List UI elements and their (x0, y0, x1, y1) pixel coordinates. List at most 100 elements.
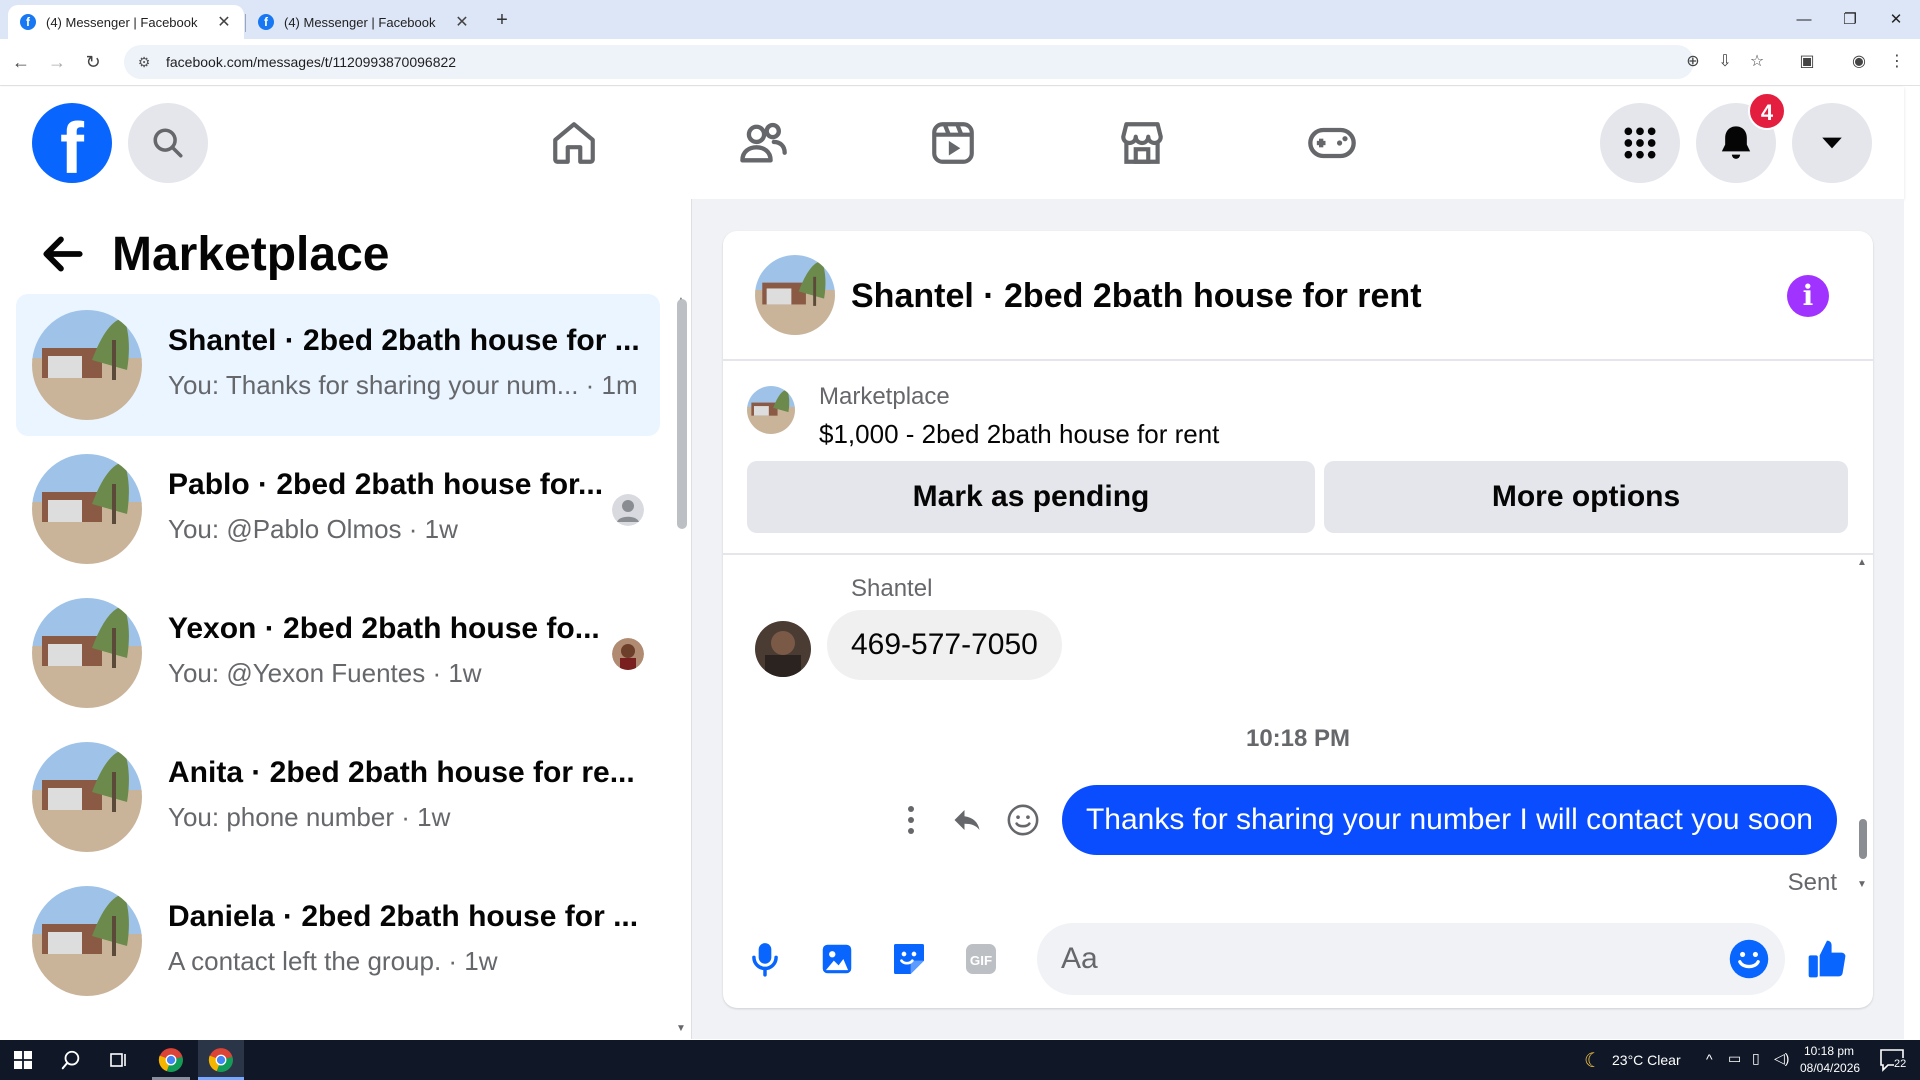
chat-avatar[interactable] (755, 255, 835, 335)
thumbs-up-icon (1808, 940, 1846, 978)
browser-tab-bar: f (4) Messenger | Facebook ✕ f (4) Messe… (0, 0, 1920, 39)
install-app-icon[interactable]: ⇩ (1714, 51, 1736, 73)
conversation-item-pablo[interactable]: Pablo · 2bed 2bath house for... You: @Pa… (16, 438, 660, 580)
emoji-icon (1729, 939, 1769, 979)
more-options-button[interactable]: More options (1324, 461, 1848, 533)
mark-as-pending-button[interactable]: Mark as pending (747, 461, 1315, 533)
notification-center-button[interactable]: 22 (1870, 1040, 1914, 1080)
listing-price-title[interactable]: $1,000 - 2bed 2bath house for rent (819, 419, 1219, 450)
grid-menu-icon (1624, 127, 1656, 159)
listing-thumbnail (32, 742, 142, 852)
chrome-taskbar-button[interactable] (148, 1040, 194, 1080)
battery-icon[interactable]: ▯ (1752, 1050, 1760, 1067)
gif-icon: GIF (966, 944, 996, 974)
sticker-button[interactable] (887, 937, 931, 981)
search-button[interactable] (128, 103, 208, 183)
voice-clip-button[interactable] (743, 937, 787, 981)
conversation-item-daniela[interactable]: Daniela · 2bed 2bath house for ... A con… (16, 870, 660, 1012)
notification-center-count: 22 (1894, 1058, 1907, 1070)
scroll-down-arrow-icon[interactable]: ▼ (1857, 879, 1867, 890)
url-omnibox[interactable]: ⚙ facebook.com/messages/t/11209938700968… (124, 45, 1694, 79)
close-window-button[interactable]: ✕ (1874, 6, 1918, 34)
emoji-picker-button[interactable] (1727, 937, 1771, 981)
conversation-item-anita[interactable]: Anita · 2bed 2bath house for re... You: … (16, 726, 660, 868)
network-icon[interactable]: ▭ (1728, 1050, 1741, 1067)
account-button[interactable] (1792, 103, 1872, 183)
chrome-taskbar-button-active[interactable] (198, 1040, 244, 1080)
browser-menu-icon[interactable]: ⋮ (1886, 51, 1908, 73)
conversation-title: Pablo · 2bed 2bath house for... (168, 468, 604, 501)
moon-icon: ☾ (1584, 1049, 1602, 1072)
listing-thumbnail (32, 454, 142, 564)
close-tab-icon[interactable]: ✕ (214, 12, 234, 32)
browser-tab-messenger-active[interactable]: f (4) Messenger | Facebook ✕ (8, 5, 244, 39)
forward-button[interactable]: → (44, 49, 70, 75)
microphone-icon (752, 943, 778, 977)
chrome-icon (208, 1048, 233, 1072)
scroll-up-arrow-icon[interactable]: ▲ (1857, 557, 1867, 568)
show-hidden-icons-chevron-icon[interactable]: ^ (1706, 1051, 1713, 1067)
site-info-icon[interactable]: ⚙ (132, 54, 156, 71)
browser-tab-messenger[interactable]: f (4) Messenger | Facebook ✕ (246, 5, 482, 39)
new-tab-button[interactable]: + (490, 8, 514, 32)
minimize-button[interactable]: — (1782, 6, 1826, 34)
react-button[interactable] (1001, 795, 1045, 845)
chat-title[interactable]: Shantel · 2bed 2bath house for rent (851, 277, 1422, 316)
tab-title: (4) Messenger | Facebook (46, 14, 198, 30)
conversation-preview: You: phone number · 1w (168, 802, 451, 832)
message-input[interactable] (1037, 923, 1785, 995)
conversation-title: Shantel · 2bed 2bath house for ... (168, 324, 638, 357)
reload-button[interactable]: ↻ (80, 49, 106, 75)
conversation-item-yexon[interactable]: Yexon · 2bed 2bath house fo... You: @Yex… (16, 582, 660, 724)
search-taskbar-button[interactable] (48, 1040, 94, 1080)
zoom-icon[interactable]: ⊕ (1682, 51, 1704, 73)
message-timestamp: 10:18 PM (1245, 725, 1351, 752)
message-thread-scrollbar[interactable] (1859, 819, 1867, 859)
attach-photo-button[interactable] (815, 937, 859, 981)
conversation-preview: You: @Yexon Fuentes · 1w (168, 658, 482, 688)
marketplace-listing-card: Marketplace $1,000 - 2bed 2bath house fo… (723, 361, 1873, 555)
conversation-list-scrollbar[interactable] (677, 299, 687, 529)
home-nav-button[interactable] (546, 115, 602, 171)
gif-button[interactable]: GIF (959, 937, 1003, 981)
back-button[interactable]: ← (8, 49, 34, 75)
clock-date[interactable]: 08/04/2026 (1800, 1061, 1860, 1075)
info-icon[interactable]: i (1787, 275, 1829, 317)
tab-search-icon[interactable]: ▣ (1796, 51, 1818, 73)
marketplace-nav-button[interactable] (1114, 115, 1170, 171)
page-title: Marketplace (112, 228, 390, 281)
conversation-item-shantel[interactable]: Shantel · 2bed 2bath house for ... You: … (16, 294, 660, 436)
gaming-nav-button[interactable] (1304, 115, 1360, 171)
sent-message-bubble[interactable]: Thanks for sharing your number I will co… (1061, 785, 1837, 855)
back-arrow-icon[interactable] (38, 229, 88, 279)
volume-icon[interactable]: ◁) (1774, 1050, 1789, 1067)
listing-thumbnail (32, 598, 142, 708)
received-message-bubble[interactable]: 469-577-7050 (827, 610, 1062, 680)
facebook-logo-icon[interactable]: f (32, 103, 112, 183)
restore-button[interactable]: ❐ (1828, 6, 1872, 34)
conversation-preview: You: Thanks for sharing your num... · 1m (168, 370, 638, 400)
more-actions-button[interactable] (889, 795, 933, 845)
facebook-favicon-icon: f (258, 14, 274, 30)
facebook-header: f 4 (0, 87, 1904, 199)
listing-source-label: Marketplace (819, 383, 950, 410)
clock-time[interactable]: 10:18 pm (1804, 1044, 1854, 1058)
listing-thumbnail[interactable] (747, 386, 795, 434)
reply-button[interactable] (945, 795, 989, 845)
facebook-favicon-icon: f (20, 14, 36, 30)
send-like-button[interactable] (1805, 937, 1849, 981)
scroll-down-arrow-icon[interactable]: ▼ (676, 1023, 686, 1034)
task-view-button[interactable] (96, 1040, 142, 1080)
profile-icon[interactable]: ◉ (1848, 51, 1870, 73)
weather-button[interactable]: ☾ (1578, 1040, 1608, 1080)
start-button[interactable] (0, 1040, 46, 1080)
conversation-list-panel: Marketplace Shantel · 2bed 2bath house f… (0, 199, 692, 1039)
sender-avatar[interactable] (755, 621, 811, 677)
sticker-icon (894, 944, 924, 974)
menu-button[interactable] (1600, 103, 1680, 183)
notification-badge: 4 (1748, 92, 1786, 130)
close-tab-icon[interactable]: ✕ (452, 12, 472, 32)
bookmark-star-icon[interactable]: ☆ (1746, 51, 1768, 73)
friends-nav-button[interactable] (735, 115, 791, 171)
video-nav-button[interactable] (925, 115, 981, 171)
